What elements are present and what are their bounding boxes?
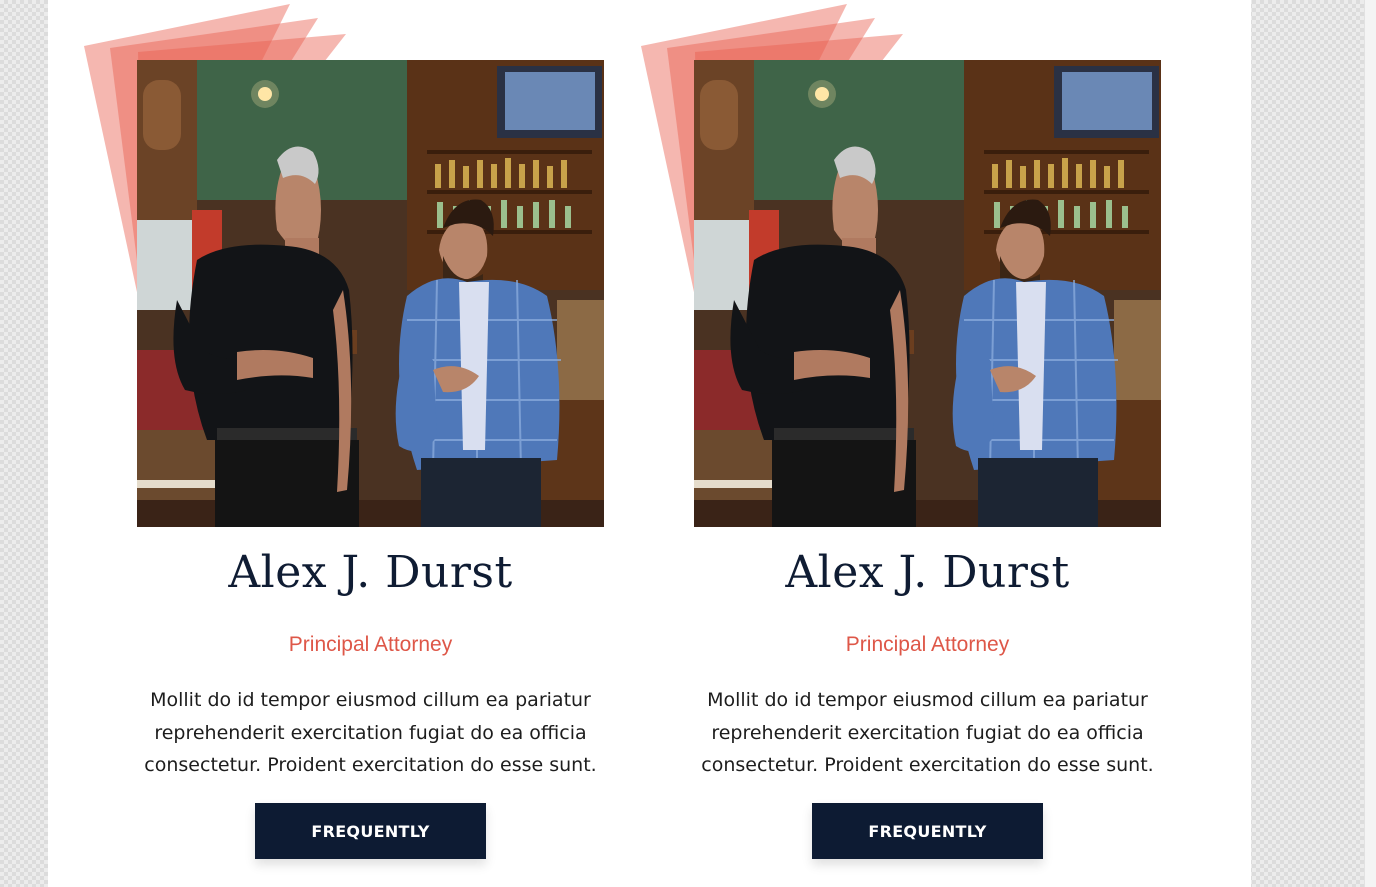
- profile-photo: [694, 60, 1161, 527]
- team-member-card: Alex J. Durst Principal Attorney Mollit …: [637, 0, 1161, 887]
- member-bio: Mollit do id tempor eiusmod cillum ea pa…: [144, 689, 597, 776]
- member-name: Alex J. Durst: [785, 547, 1070, 598]
- scrollbar-track[interactable]: [1364, 0, 1376, 887]
- member-name: Alex J. Durst: [228, 547, 513, 598]
- profile-photo: [137, 60, 604, 527]
- frequently-button[interactable]: FREQUENTLY: [255, 803, 486, 859]
- member-bio: Mollit do id tempor eiusmod cillum ea pa…: [701, 689, 1154, 776]
- team-member-card: Alex J. Durst Principal Attorney Mollit …: [80, 0, 604, 887]
- frequently-button[interactable]: FREQUENTLY: [812, 803, 1043, 859]
- member-role: Principal Attorney: [845, 633, 1010, 656]
- member-role: Principal Attorney: [288, 633, 453, 656]
